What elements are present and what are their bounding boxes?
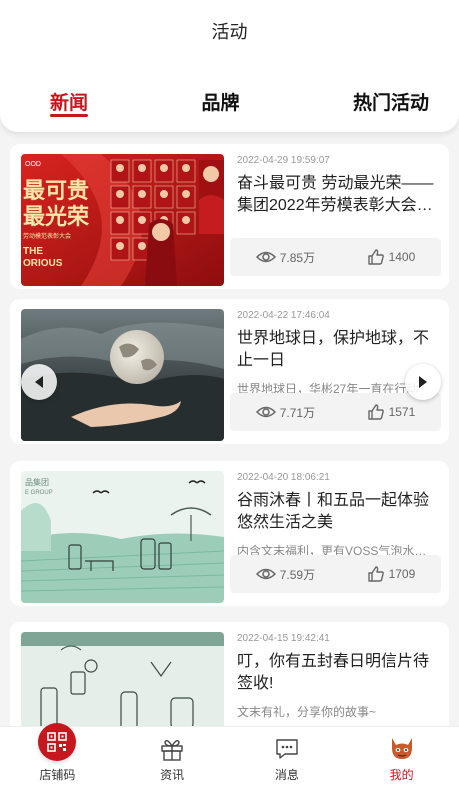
like-button[interactable]: 1571 — [367, 403, 416, 421]
svg-text:ORIOUS: ORIOUS — [23, 258, 63, 269]
article-summary: 文末有礼，分享你的故事~ — [237, 705, 377, 719]
like-count-value: 1709 — [388, 567, 416, 581]
qr-code-icon — [38, 723, 77, 761]
gift-icon — [161, 739, 183, 761]
thumbs-up-icon — [367, 249, 384, 265]
article-stats: 7.59万 1709 — [230, 555, 441, 593]
article-title[interactable]: 谷雨沐春丨和五品一起体验悠然生活之美 — [237, 490, 443, 534]
bottom-nav-bar: 店铺码 资讯 消息 我的 — [0, 723, 459, 789]
article-card[interactable]: OOD 最可贵 最光荣 劳动模范表彰大会 THE ORIOUS 2022-04-… — [10, 144, 449, 289]
eye-icon — [255, 406, 276, 418]
article-title[interactable]: 叮，你有五封春日明信片待签收! — [237, 651, 443, 695]
view-count-value: 7.71万 — [279, 405, 316, 420]
carousel-next-button[interactable] — [405, 364, 441, 400]
svg-text:品集团: 品集团 — [25, 477, 49, 487]
eye-icon — [255, 568, 276, 580]
article-title[interactable]: 世界地球日，保护地球，不止一日 — [237, 328, 443, 372]
svg-text:最可贵: 最可贵 — [23, 179, 89, 204]
view-count: 7.71万 — [255, 404, 316, 421]
article-card[interactable]: 2022-04-22 17:46:04 世界地球日，保护地球，不止一日 世界地球… — [10, 299, 449, 444]
article-info: 2022-04-15 19:42:41 叮，你有五封春日明信片待签收! 文末有礼… — [237, 632, 443, 720]
carousel-prev-button[interactable] — [21, 364, 57, 400]
tab-active-indicator — [50, 114, 89, 117]
thumbs-up-icon — [367, 566, 384, 582]
article-thumbnail — [21, 632, 224, 726]
article-card[interactable]: 2022-04-15 19:42:41 叮，你有五封春日明信片待签收! 文末有礼… — [10, 622, 449, 726]
view-count-value: 7.85万 — [279, 250, 316, 265]
article-info: 2022-04-29 19:59:07 奋斗最可贵 劳动最光荣——集团2022年… — [237, 154, 443, 217]
eye-icon — [255, 251, 276, 263]
tab-hot-events-label: 热门活动 — [352, 93, 429, 114]
svg-text:劳动模范表彰大会: 劳动模范表彰大会 — [23, 232, 71, 240]
thumbs-up-icon — [367, 404, 384, 420]
nav-store-code[interactable]: 店铺码 — [0, 723, 115, 789]
top-bar: 活动 — [0, 0, 459, 62]
nav-store-code-label: 店铺码 — [39, 768, 76, 782]
article-timestamp: 2022-04-22 17:46:04 — [237, 310, 330, 321]
nav-messages-label: 消息 — [274, 768, 299, 782]
article-title[interactable]: 奋斗最可贵 劳动最光荣——集团2022年劳模表彰大会… — [237, 173, 443, 217]
nav-messages[interactable]: 消息 — [230, 727, 345, 789]
svg-text:OOD: OOD — [25, 161, 41, 168]
like-button[interactable]: 1400 — [367, 248, 416, 266]
devil-avatar-icon — [391, 738, 412, 759]
like-button[interactable]: 1709 — [367, 565, 416, 583]
nav-profile[interactable]: 我的 — [344, 727, 459, 789]
article-info: 2022-04-20 18:06:21 谷雨沐春丨和五品一起体验悠然生活之美 内… — [237, 471, 443, 559]
tab-news-label: 新闻 — [50, 93, 89, 114]
article-stats: 7.71万 1571 — [230, 393, 441, 431]
chevron-right-icon — [419, 376, 427, 388]
tab-brand-label: 品牌 — [201, 93, 240, 114]
like-count-value: 1400 — [388, 250, 416, 264]
message-icon — [276, 739, 298, 759]
article-thumbnail: 品集团 E GROUP — [21, 471, 224, 603]
view-count: 7.59万 — [255, 566, 316, 583]
view-count-value: 7.59万 — [279, 567, 316, 582]
article-feed[interactable]: OOD 最可贵 最光荣 劳动模范表彰大会 THE ORIOUS 2022-04-… — [0, 132, 459, 726]
view-count: 7.85万 — [255, 249, 316, 266]
nav-profile-label: 我的 — [389, 768, 414, 782]
svg-text:E GROUP: E GROUP — [25, 490, 53, 496]
svg-text:THE: THE — [23, 246, 43, 257]
tab-bar: 新闻 品牌 热门活动 — [0, 62, 459, 132]
article-timestamp: 2022-04-29 19:59:07 — [237, 155, 330, 166]
article-stats: 7.85万 1400 — [230, 238, 441, 276]
article-timestamp: 2022-04-20 18:06:21 — [237, 472, 330, 483]
svg-text:最光荣: 最光荣 — [23, 204, 89, 230]
article-thumbnail: OOD 最可贵 最光荣 劳动模范表彰大会 THE ORIOUS — [21, 154, 224, 286]
tab-news[interactable]: 新闻 — [50, 62, 89, 117]
nav-news[interactable]: 资讯 — [115, 727, 230, 789]
article-timestamp: 2022-04-15 19:42:41 — [237, 633, 330, 644]
tab-hot-events[interactable]: 热门活动 — [353, 62, 429, 115]
tab-brand[interactable]: 品牌 — [201, 62, 239, 115]
page-title: 活动 — [211, 22, 248, 42]
like-count-value: 1571 — [388, 405, 416, 419]
nav-news-label: 资讯 — [160, 768, 185, 782]
chevron-left-icon — [35, 376, 43, 388]
article-card[interactable]: 品集团 E GROUP 2022-04-20 18:06:21 谷雨沐春丨和五品… — [10, 461, 449, 606]
